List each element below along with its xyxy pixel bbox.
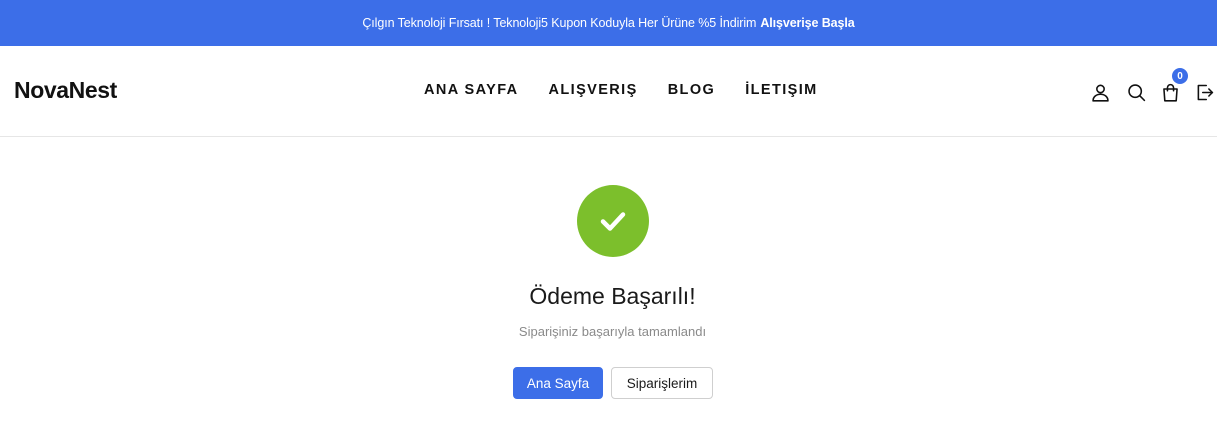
promo-bar: Çılgın Teknoloji Fırsatı ! Teknoloji5 Ku… — [0, 0, 1217, 46]
cart-icon[interactable]: 0 — [1158, 68, 1188, 104]
nav-item-blog[interactable]: BLOG — [668, 82, 716, 98]
logout-icon[interactable] — [1192, 80, 1216, 104]
promo-cta-link[interactable]: Alışverişe Başla — [760, 16, 854, 30]
promo-text: Çılgın Teknoloji Fırsatı ! Teknoloji5 Ku… — [362, 16, 757, 30]
nav-item-home[interactable]: ANA SAYFA — [424, 82, 519, 98]
logo[interactable]: NovaNest — [14, 77, 117, 104]
my-orders-button[interactable]: Siparişlerim — [611, 367, 713, 399]
page-subtitle: Siparişiniz başarıyla tamamlandı — [518, 324, 707, 339]
home-button[interactable]: Ana Sayfa — [513, 367, 603, 399]
nav-item-contact[interactable]: İLETIŞIM — [745, 82, 817, 98]
page-title: Ödeme Başarılı! — [529, 283, 696, 309]
main-nav: ANA SAYFA ALIŞVERIŞ BLOG İLETIŞIM — [424, 82, 848, 98]
success-check-icon — [577, 185, 649, 257]
nav-item-shop[interactable]: ALIŞVERIŞ — [549, 82, 638, 98]
header-icons: 0 — [1088, 68, 1216, 104]
search-icon[interactable] — [1124, 80, 1148, 104]
user-icon[interactable] — [1088, 80, 1112, 104]
cart-count-badge: 0 — [1172, 68, 1188, 84]
site-header: NovaNest ANA SAYFA ALIŞVERIŞ BLOG İLETIŞ… — [0, 46, 1217, 137]
